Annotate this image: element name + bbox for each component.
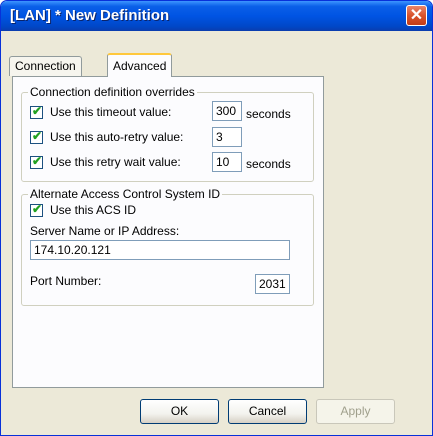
server-address-label: Server Name or IP Address: <box>30 224 180 238</box>
port-number-input[interactable]: 2031 <box>255 274 290 294</box>
check-icon: ✔ <box>32 104 43 118</box>
title-bar[interactable]: [LAN] * New Definition ✕ <box>1 1 432 31</box>
dialog-window: [LAN] * New Definition ✕ Connection Adva… <box>0 0 433 436</box>
retry-wait-checkbox[interactable]: ✔ <box>30 154 43 169</box>
connection-overrides-label: Connection definition overrides <box>28 85 197 99</box>
server-address-input[interactable]: 174.10.20.121 <box>30 240 290 260</box>
auto-retry-checkbox[interactable]: ✔ <box>30 129 43 144</box>
alternate-acs-group: Alternate Access Control System ID ✔ Use… <box>21 187 314 306</box>
retry-wait-label: Use this retry wait value: <box>50 155 181 169</box>
tab-connection[interactable]: Connection <box>9 56 82 76</box>
timeout-label: Use this timeout value: <box>50 105 172 119</box>
auto-retry-input[interactable]: 3 <box>212 127 242 147</box>
retry-wait-units: seconds <box>246 157 291 171</box>
advanced-tab-panel: Connection definition overrides ✔ Use th… <box>12 76 324 388</box>
close-icon: ✕ <box>409 7 424 24</box>
dialog-client-area: Connection Advanced Connection definitio… <box>4 31 429 432</box>
timeout-units: seconds <box>246 107 291 121</box>
apply-button[interactable]: Apply <box>316 399 395 424</box>
use-acs-checkbox[interactable]: ✔ <box>30 202 43 217</box>
retry-wait-input[interactable]: 10 <box>212 152 242 172</box>
tab-advanced[interactable]: Advanced <box>107 53 173 77</box>
port-number-label: Port Number: <box>30 274 102 288</box>
timeout-input[interactable]: 300 <box>212 101 242 121</box>
window-title: [LAN] * New Definition <box>10 7 170 24</box>
connection-overrides-group: Connection definition overrides ✔ Use th… <box>21 85 314 182</box>
check-icon: ✔ <box>32 154 43 168</box>
check-icon: ✔ <box>32 202 43 216</box>
auto-retry-label: Use this auto-retry value: <box>50 130 184 144</box>
check-icon: ✔ <box>32 129 43 143</box>
ok-button[interactable]: OK <box>140 399 219 424</box>
timeout-checkbox[interactable]: ✔ <box>30 104 43 119</box>
alternate-acs-label: Alternate Access Control System ID <box>28 187 223 201</box>
close-button[interactable]: ✕ <box>406 5 427 26</box>
cancel-button[interactable]: Cancel <box>228 399 307 424</box>
use-acs-label: Use this ACS ID <box>50 203 137 217</box>
